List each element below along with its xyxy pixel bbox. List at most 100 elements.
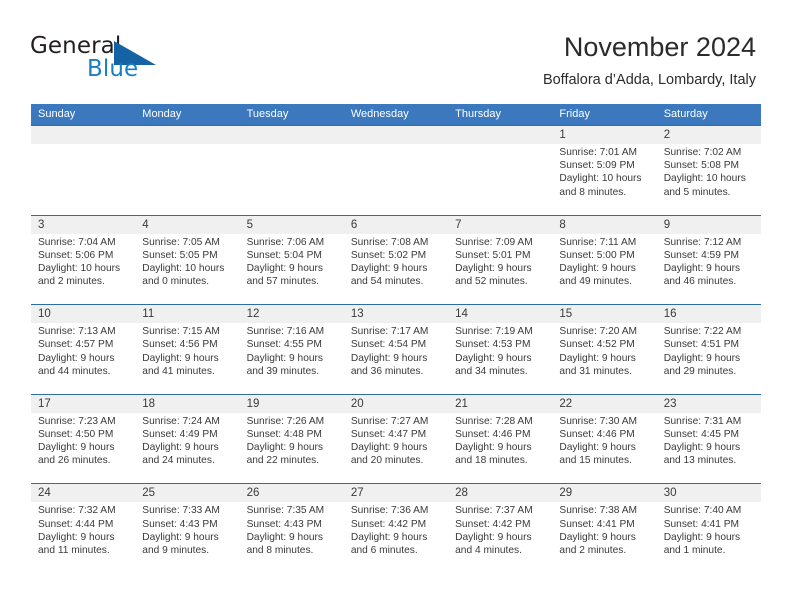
calendar-week-row: 3 Sunrise: 7:04 AM Sunset: 5:06 PM Daylig… — [31, 214, 761, 305]
calendar-day-cell[interactable]: 30 Sunrise: 7:40 AM Sunset: 4:41 PM Dayli… — [657, 484, 761, 573]
day-sun-info: Sunrise: 7:26 AM Sunset: 4:48 PM Dayligh… — [246, 415, 325, 467]
day-sun-info: Sunrise: 7:04 AM Sunset: 5:06 PM Dayligh… — [38, 236, 121, 288]
calendar-day-cell[interactable]: 12 Sunrise: 7:16 AM Sunset: 4:55 PM Dayli… — [240, 305, 344, 394]
day-number: 25 — [142, 487, 156, 500]
calendar-week-row: 10 Sunrise: 7:13 AM Sunset: 4:57 PM Dayli… — [31, 304, 761, 394]
calendar-day-cell[interactable]: 3 Sunrise: 7:04 AM Sunset: 5:06 PM Daylig… — [31, 216, 135, 305]
day-sun-info: Sunrise: 7:17 AM Sunset: 4:54 PM Dayligh… — [350, 326, 429, 377]
day-sun-info: Sunrise: 7:40 AM Sunset: 4:41 PM Dayligh… — [663, 505, 742, 556]
day-sun-info: Sunrise: 7:33 AM Sunset: 4:43 PM Dayligh… — [142, 505, 220, 556]
calendar-week-row: 24 Sunrise: 7:32 AM Sunset: 4:44 PM Dayli… — [31, 483, 761, 573]
day-number: 26 — [246, 487, 260, 500]
day-number: 3 — [38, 218, 45, 231]
day-sun-info: Sunrise: 7:30 AM Sunset: 4:46 PM Dayligh… — [559, 415, 637, 467]
day-of-week-header: Tuesday — [246, 108, 289, 120]
calendar-day-cell[interactable]: 18 Sunrise: 7:24 AM Sunset: 4:49 PM Dayli… — [135, 395, 239, 484]
calendar-day-cell-empty — [31, 126, 135, 215]
day-sun-info: Sunrise: 7:37 AM Sunset: 4:42 PM Dayligh… — [455, 505, 533, 556]
brand-logo[interactable]: General Blue — [30, 33, 230, 89]
day-number: 21 — [455, 397, 468, 410]
day-number: 22 — [559, 397, 573, 410]
day-sun-info: Sunrise: 7:01 AM Sunset: 5:09 PM Dayligh… — [559, 147, 642, 198]
day-number: 16 — [663, 308, 677, 321]
calendar-day-cell[interactable]: 27 Sunrise: 7:36 AM Sunset: 4:42 PM Dayli… — [344, 484, 448, 573]
day-sun-info: Sunrise: 7:36 AM Sunset: 4:42 PM Dayligh… — [350, 505, 429, 556]
calendar-day-cell[interactable]: 21 Sunrise: 7:28 AM Sunset: 4:46 PM Dayli… — [448, 395, 552, 484]
calendar-day-cell[interactable]: 11 Sunrise: 7:15 AM Sunset: 4:56 PM Dayli… — [135, 305, 239, 394]
calendar-day-cell[interactable]: 17 Sunrise: 7:23 AM Sunset: 4:50 PM Dayli… — [31, 395, 135, 484]
day-sun-info: Sunrise: 7:38 AM Sunset: 4:41 PM Dayligh… — [559, 505, 637, 556]
day-number: 23 — [663, 397, 677, 410]
page-subtitle-location: Boffalora d’Adda, Lombardy, Italy — [542, 72, 756, 88]
day-sun-info: Sunrise: 7:09 AM Sunset: 5:01 PM Dayligh… — [455, 236, 533, 288]
calendar-day-cell[interactable]: 22 Sunrise: 7:30 AM Sunset: 4:46 PM Dayli… — [552, 395, 656, 484]
day-sun-info: Sunrise: 7:16 AM Sunset: 4:55 PM Dayligh… — [246, 326, 325, 377]
calendar-day-cell[interactable]: 10 Sunrise: 7:13 AM Sunset: 4:57 PM Dayli… — [31, 305, 135, 394]
day-number: 11 — [142, 308, 155, 321]
page-title: November 2024 — [563, 32, 756, 62]
day-number: 15 — [559, 308, 573, 321]
calendar-day-cell[interactable]: 28 Sunrise: 7:37 AM Sunset: 4:42 PM Dayli… — [448, 484, 552, 573]
day-sun-info: Sunrise: 7:24 AM Sunset: 4:49 PM Dayligh… — [142, 415, 220, 467]
calendar-day-cell[interactable]: 14 Sunrise: 7:19 AM Sunset: 4:53 PM Dayli… — [448, 305, 552, 394]
day-of-week-header: Wednesday — [350, 108, 409, 120]
day-number: 4 — [142, 218, 149, 231]
brand-name-blue: Blue — [87, 56, 139, 82]
calendar-day-cell[interactable]: 4 Sunrise: 7:05 AM Sunset: 5:05 PM Daylig… — [135, 216, 239, 305]
day-sun-info: Sunrise: 7:12 AM Sunset: 4:59 PM Dayligh… — [663, 236, 742, 288]
calendar-day-cell[interactable]: 16 Sunrise: 7:22 AM Sunset: 4:51 PM Dayli… — [657, 305, 761, 394]
day-number: 27 — [350, 487, 364, 500]
day-number: 7 — [455, 218, 462, 231]
day-number: 17 — [38, 397, 51, 410]
day-number: 29 — [559, 487, 573, 500]
calendar-day-cell[interactable]: 1 Sunrise: 7:01 AM Sunset: 5:09 PM Daylig… — [552, 126, 656, 215]
day-sun-info: Sunrise: 7:02 AM Sunset: 5:08 PM Dayligh… — [663, 147, 746, 198]
day-number: 5 — [246, 218, 253, 231]
calendar-week-row: 1 Sunrise: 7:01 AM Sunset: 5:09 PM Daylig… — [31, 125, 761, 215]
day-sun-info: Sunrise: 7:05 AM Sunset: 5:05 PM Dayligh… — [142, 236, 225, 288]
day-of-week-header: Sunday — [38, 108, 76, 120]
calendar-week-row: 17 Sunrise: 7:23 AM Sunset: 4:50 PM Dayli… — [31, 393, 761, 484]
day-number: 19 — [246, 397, 260, 410]
calendar-day-cell[interactable]: 26 Sunrise: 7:35 AM Sunset: 4:43 PM Dayli… — [240, 484, 344, 573]
day-of-week-header: Thursday — [455, 108, 501, 120]
day-of-week-header-row: Sunday Monday Tuesday Wednesday Thursday Frid… — [31, 104, 761, 125]
calendar-day-cell-empty — [344, 126, 448, 215]
day-of-week-header: Friday — [559, 108, 590, 120]
calendar-day-cell[interactable]: 15 Sunrise: 7:20 AM Sunset: 4:52 PM Dayli… — [552, 305, 656, 394]
day-number: 8 — [559, 218, 566, 231]
calendar-day-cell[interactable]: 13 Sunrise: 7:17 AM Sunset: 4:54 PM Dayli… — [344, 305, 448, 394]
day-sun-info: Sunrise: 7:15 AM Sunset: 4:56 PM Dayligh… — [142, 326, 220, 377]
day-number: 13 — [350, 308, 364, 321]
day-number: 30 — [663, 487, 677, 500]
calendar-day-cell[interactable]: 20 Sunrise: 7:27 AM Sunset: 4:47 PM Dayli… — [344, 395, 448, 484]
title-block: November 2024 Boffalora d’Adda, Lombardy… — [543, 30, 756, 89]
day-number: 10 — [38, 308, 51, 321]
day-of-week-header: Saturday — [663, 108, 708, 120]
calendar-day-cell[interactable]: 5 Sunrise: 7:06 AM Sunset: 5:04 PM Daylig… — [240, 216, 344, 305]
calendar-day-cell[interactable]: 6 Sunrise: 7:08 AM Sunset: 5:02 PM Daylig… — [344, 216, 448, 305]
calendar-day-cell[interactable]: 25 Sunrise: 7:33 AM Sunset: 4:43 PM Dayli… — [135, 484, 239, 573]
day-number: 9 — [663, 218, 671, 231]
calendar-day-cell[interactable]: 29 Sunrise: 7:38 AM Sunset: 4:41 PM Dayli… — [552, 484, 656, 573]
calendar-day-cell-empty — [448, 126, 552, 215]
calendar-day-cell[interactable]: 23 Sunrise: 7:31 AM Sunset: 4:45 PM Dayli… — [657, 395, 761, 484]
day-sun-info: Sunrise: 7:11 AM Sunset: 5:00 PM Dayligh… — [559, 236, 637, 288]
day-number: 28 — [455, 487, 468, 500]
day-number: 14 — [455, 308, 468, 321]
calendar-day-cell[interactable]: 19 Sunrise: 7:26 AM Sunset: 4:48 PM Dayli… — [240, 395, 344, 484]
day-sun-info: Sunrise: 7:35 AM Sunset: 4:43 PM Dayligh… — [246, 505, 325, 556]
day-number: 6 — [350, 218, 358, 231]
day-number: 1 — [559, 129, 566, 141]
day-sun-info: Sunrise: 7:22 AM Sunset: 4:51 PM Dayligh… — [663, 326, 742, 377]
day-sun-info: Sunrise: 7:27 AM Sunset: 4:47 PM Dayligh… — [350, 415, 429, 467]
day-sun-info: Sunrise: 7:08 AM Sunset: 5:02 PM Dayligh… — [350, 236, 429, 288]
calendar-grid: Sunday Monday Tuesday Wednesday Thursday Frid… — [31, 104, 761, 573]
calendar-day-cell[interactable]: 8 Sunrise: 7:11 AM Sunset: 5:00 PM Daylig… — [552, 216, 656, 305]
calendar-day-cell[interactable]: 9 Sunrise: 7:12 AM Sunset: 4:59 PM Daylig… — [657, 216, 761, 305]
calendar-day-cell[interactable]: 7 Sunrise: 7:09 AM Sunset: 5:01 PM Daylig… — [448, 216, 552, 305]
calendar-day-cell[interactable]: 24 Sunrise: 7:32 AM Sunset: 4:44 PM Dayli… — [31, 484, 135, 573]
calendar-day-cell-empty — [240, 126, 344, 215]
day-number: 20 — [350, 397, 364, 410]
calendar-day-cell[interactable]: 2 Sunrise: 7:02 AM Sunset: 5:08 PM Daylig… — [657, 126, 761, 215]
